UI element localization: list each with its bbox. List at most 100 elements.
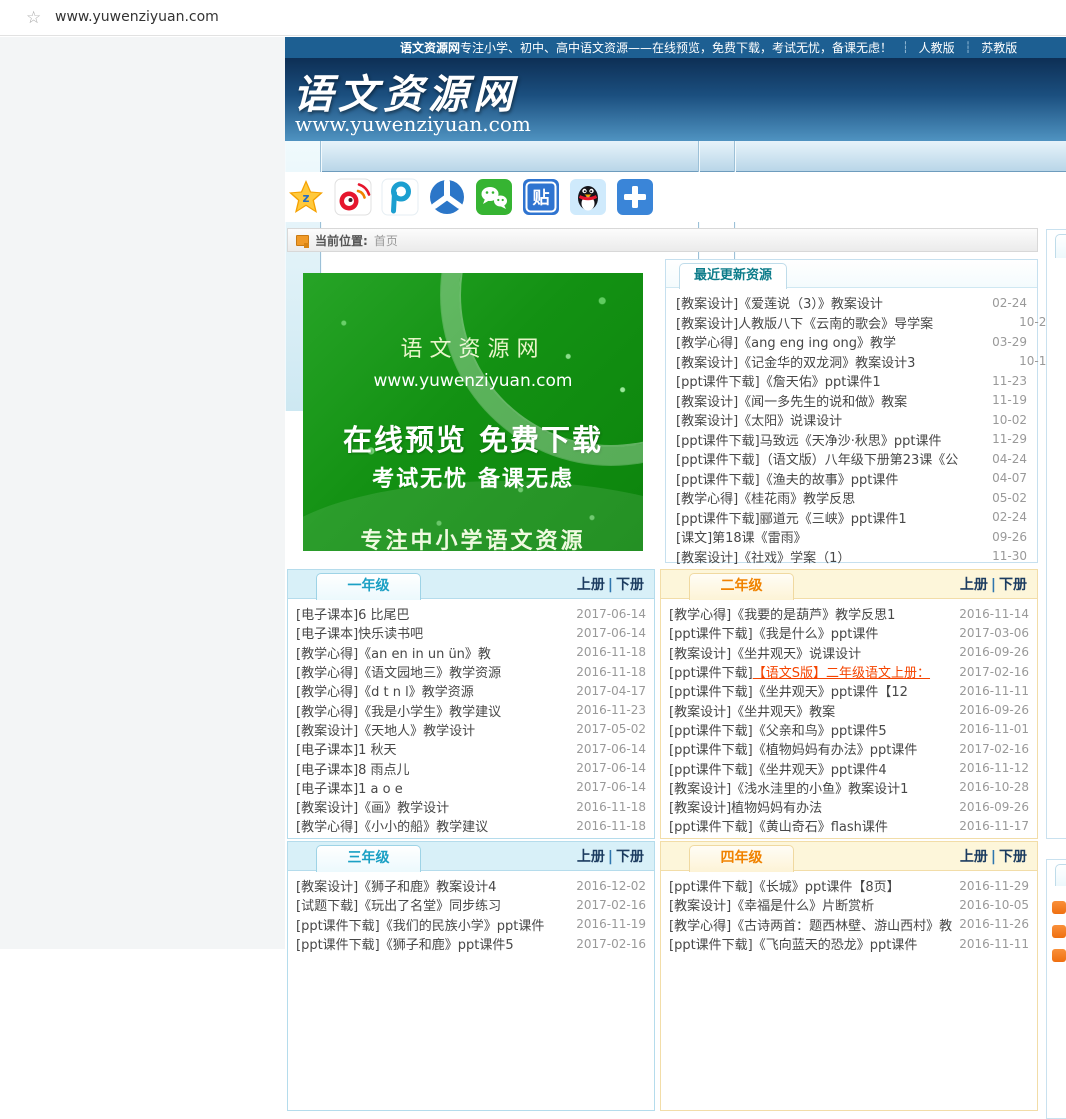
resource-link[interactable]: [教学心得]《ang eng ing ong》教学: [676, 332, 896, 351]
resource-link[interactable]: [教案设计]《坐井观天》说课设计: [669, 643, 861, 662]
volume-link-shang[interactable]: 上册: [577, 577, 605, 593]
resource-link[interactable]: [电子课本]1 a o e: [296, 778, 403, 797]
list-item[interactable]: [ppt课件下载]（语文版）八年级下册第23课《公 04-24: [676, 449, 1027, 469]
list-item[interactable]: [电子课本]1 秋天 2017-06-14: [296, 739, 646, 758]
volume-link-xia[interactable]: 下册: [999, 849, 1027, 865]
resource-link[interactable]: [教案设计]《爱莲说（3）》教案设计: [676, 293, 883, 312]
resource-link[interactable]: [ppt课件下载]《詹天佑》ppt课件1: [676, 371, 881, 390]
resource-link[interactable]: [ppt课件下载]《父亲和鸟》ppt课件5: [669, 720, 887, 739]
address-bar-url[interactable]: www.yuwenziyuan.com: [55, 9, 219, 25]
right-sidebar-tab[interactable]: [1055, 234, 1066, 258]
list-item[interactable]: [教学心得]《an en in un ün》教 2016-11-18: [296, 643, 646, 662]
list-item[interactable]: [ppt课件下载]《长城》ppt课件【8页】 2016-11-29: [669, 876, 1029, 895]
grade-tab[interactable]: 二年级: [689, 573, 794, 600]
resource-link[interactable]: [教学心得]《古诗两首：题西林壁、游山西村》教: [669, 915, 952, 934]
list-item[interactable]: [教案设计]《太阳》说课设计 10-02: [676, 410, 1027, 430]
list-item[interactable]: [教案设计]《浅水洼里的小鱼》教案设计1 2016-10-28: [669, 778, 1029, 797]
resource-link[interactable]: [教学心得]《我是小学生》教学建议: [296, 701, 501, 720]
volume-link-shang[interactable]: 上册: [577, 849, 605, 865]
list-item[interactable]: [教学心得]《我是小学生》教学建议 2016-11-23: [296, 700, 646, 719]
list-item[interactable]: [ppt课件下载]《坐井观天》ppt课件【12 2016-11-11: [669, 681, 1029, 700]
resource-link[interactable]: [教案设计]《天地人》教学设计: [296, 720, 475, 739]
qq-icon[interactable]: [569, 178, 607, 216]
resource-link[interactable]: [ppt课件下载]（语文版）八年级下册第23课《公: [676, 449, 958, 468]
list-item[interactable]: [教案设计]《记金华的双龙洞》教案设计3 10-19: [676, 352, 1054, 372]
topbar-link[interactable]: 苏教版: [981, 39, 1017, 56]
resource-link[interactable]: [教案设计]《社戏》学案（1）: [676, 547, 850, 566]
list-item[interactable]: [ppt课件下载]《詹天佑》ppt课件1 11-23: [676, 371, 1027, 391]
list-item[interactable]: [ppt课件下载]《植物妈妈有办法》ppt课件 2017-02-16: [669, 739, 1029, 758]
resource-link[interactable]: [ppt课件下载]马致远《天净沙·秋思》ppt课件: [676, 430, 941, 449]
list-item[interactable]: [电子课本]快乐读书吧 2017-06-14: [296, 623, 646, 642]
grade-tab[interactable]: 三年级: [316, 845, 421, 872]
topbar-link[interactable]: 人教版: [919, 39, 955, 56]
resource-link[interactable]: [教案设计]植物妈妈有办法: [669, 797, 822, 816]
list-item[interactable]: [教案设计]《坐井观天》说课设计 2016-09-26: [669, 643, 1029, 662]
list-item[interactable]: [教案设计]《社戏》学案（1） 11-30: [676, 547, 1027, 567]
resource-link[interactable]: [ppt课件下载]《长城》ppt课件【8页】: [669, 876, 900, 895]
tencent-weibo-icon[interactable]: [381, 178, 419, 216]
resource-link[interactable]: [教案设计]《坐井观天》教案: [669, 701, 835, 720]
resource-link[interactable]: [ppt课件下载]《植物妈妈有办法》ppt课件: [669, 739, 917, 758]
list-item[interactable]: [ppt课件下载]《我们的民族小学》ppt课件 2016-11-19: [296, 915, 646, 934]
resource-link[interactable]: [教案设计]《浅水洼里的小鱼》教案设计1: [669, 778, 908, 797]
more-share-icon[interactable]: [616, 178, 654, 216]
list-item[interactable]: [ppt课件下载]《父亲和鸟》ppt课件5 2016-11-01: [669, 720, 1029, 739]
bookmark-star-icon[interactable]: ☆: [26, 8, 41, 28]
resource-link[interactable]: [电子课本]8 雨点儿: [296, 759, 410, 778]
grade-tab[interactable]: 四年级: [689, 845, 794, 872]
right-sidebar-lower-tab[interactable]: [1055, 864, 1066, 886]
volume-link-shang[interactable]: 上册: [960, 577, 988, 593]
resource-link[interactable]: [教案设计]《太阳》说课设计: [676, 410, 842, 429]
list-item[interactable]: [教案设计]《坐井观天》教案 2016-09-26: [669, 700, 1029, 719]
resource-link[interactable]: [ppt课件下载]《飞向蓝天的恐龙》ppt课件: [669, 934, 917, 953]
resource-link[interactable]: [教案设计]《记金华的双龙洞》教案设计3: [676, 352, 915, 371]
list-item[interactable]: [教案设计]植物妈妈有办法 2016-09-26: [669, 797, 1029, 816]
resource-link[interactable]: [教案设计]《幸福是什么》片断赏析: [669, 895, 874, 914]
resource-link[interactable]: [教学心得]《an en in un ün》教: [296, 643, 491, 662]
resource-link[interactable]: [ppt课件下载]《坐井观天》ppt课件4: [669, 759, 887, 778]
list-item[interactable]: [试题下载]《玩出了名堂》同步练习 2017-02-16: [296, 895, 646, 914]
recent-updates-title-tab[interactable]: 最近更新资源: [679, 263, 787, 289]
list-item[interactable]: [ppt课件下载]《飞向蓝天的恐龙》ppt课件 2016-11-11: [669, 934, 1029, 953]
list-item[interactable]: [电子课本]8 雨点儿 2017-06-14: [296, 758, 646, 777]
list-item[interactable]: [教学心得]《我要的是葫芦》教学反思1 2016-11-14: [669, 604, 1029, 623]
list-item[interactable]: [课文]第18课《雷雨》 09-26: [676, 527, 1027, 547]
resource-link[interactable]: [教案设计]《闻一多先生的说和做》教案: [676, 391, 907, 410]
volume-link-xia[interactable]: 下册: [999, 577, 1027, 593]
resource-link[interactable]: [ppt课件下载]: [669, 662, 753, 681]
resource-link[interactable]: [电子课本]6 比尾巴: [296, 604, 410, 623]
list-item[interactable]: [教案设计]《闻一多先生的说和做》教案 11-19: [676, 391, 1027, 411]
list-item[interactable]: [教案设计]《狮子和鹿》教案设计4 2016-12-02: [296, 876, 646, 895]
list-item[interactable]: [ppt课件下载]《渔夫的故事》ppt课件 04-07: [676, 469, 1027, 489]
qzone-star-icon[interactable]: z: [287, 178, 325, 216]
list-item[interactable]: [教学心得]《语文园地三》教学资源 2016-11-18: [296, 662, 646, 681]
volume-link-xia[interactable]: 下册: [616, 849, 644, 865]
promo-banner[interactable]: 语文资源网 www.yuwenziyuan.com 在线预览 免费下载 考试无忧…: [303, 273, 643, 551]
list-item[interactable]: [ppt课件下载]《我是什么》ppt课件 2017-03-06: [669, 623, 1029, 642]
resource-link[interactable]: [ppt课件下载]《狮子和鹿》ppt课件5: [296, 934, 514, 953]
resource-link[interactable]: [电子课本]1 秋天: [296, 739, 397, 758]
resource-link[interactable]: [ppt课件下载]《黄山奇石》flash课件: [669, 816, 888, 835]
baidu-tieba-icon[interactable]: 贴: [522, 178, 560, 216]
list-item[interactable]: [ppt课件下载]《坐井观天》ppt课件4 2016-11-12: [669, 758, 1029, 777]
resource-link[interactable]: [电子课本]快乐读书吧: [296, 623, 423, 642]
list-item[interactable]: [教案设计]《幸福是什么》片断赏析 2016-10-05: [669, 895, 1029, 914]
resource-link[interactable]: [教学心得]《我要的是葫芦》教学反思1: [669, 604, 895, 623]
sina-weibo-icon[interactable]: [334, 178, 372, 216]
highlighted-resource-link[interactable]: 【语文S版】二年级语文上册：: [753, 662, 930, 681]
resource-link[interactable]: [教案设计]《狮子和鹿》教案设计4: [296, 876, 496, 895]
breadcrumb-current[interactable]: 首页: [374, 232, 398, 249]
list-item[interactable]: [ppt课件下载]《狮子和鹿》ppt课件5 2017-02-16: [296, 934, 646, 953]
resource-link[interactable]: [教案设计]《画》教学设计: [296, 797, 449, 816]
resource-link[interactable]: [ppt课件下载]《坐井观天》ppt课件【12: [669, 681, 908, 700]
list-item[interactable]: [电子课本]6 比尾巴 2017-06-14: [296, 604, 646, 623]
list-item[interactable]: [教学心得]《d t n l》教学资源 2017-04-17: [296, 681, 646, 700]
resource-link[interactable]: [ppt课件下载]《渔夫的故事》ppt课件: [676, 469, 898, 488]
list-item[interactable]: [教学心得]《小小的船》教学建议 2016-11-18: [296, 816, 646, 835]
wechat-icon[interactable]: [475, 178, 513, 216]
list-item[interactable]: [教案设计]人教版八下《云南的歌会》导学案 10-29: [676, 313, 1054, 333]
volume-link-shang[interactable]: 上册: [960, 849, 988, 865]
resource-link[interactable]: [ppt课件下载]《我们的民族小学》ppt课件: [296, 915, 544, 934]
list-item[interactable]: [教案设计]《天地人》教学设计 2017-05-02: [296, 720, 646, 739]
